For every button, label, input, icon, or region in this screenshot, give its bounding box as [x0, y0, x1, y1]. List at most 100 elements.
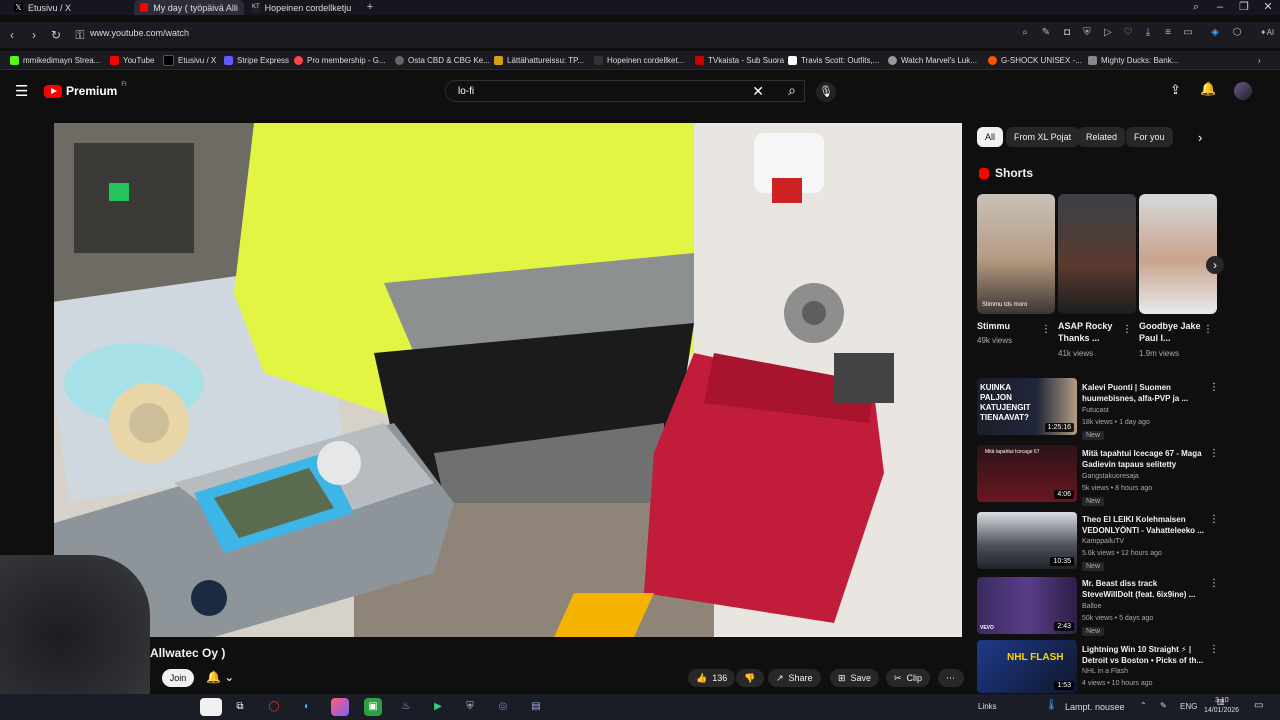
microphone-icon[interactable]: 🎙	[816, 82, 836, 102]
short-thumbnail[interactable]	[1139, 194, 1217, 314]
shorts-next-icon[interactable]: ›	[1206, 256, 1224, 274]
share-button[interactable]: ↗ Share	[768, 669, 821, 687]
download-icon[interactable]: ⤓	[1143, 28, 1153, 38]
maximize-icon[interactable]: ❐	[1234, 0, 1254, 15]
recommended-thumbnail[interactable]: KUINKA PALJON KATUJENGIT TIENAAVAT? 1:25…	[977, 378, 1077, 435]
browser-tab-etusivu[interactable]: 𝕏 Etusivu / X	[8, 0, 128, 15]
minimize-icon[interactable]: –	[1210, 0, 1230, 15]
browser-tab-kultakeskus[interactable]: KT Hopeinen cordellketju / 3...	[246, 0, 358, 15]
bookmark-item[interactable]: TVkaista - Sub Suora	[695, 54, 784, 66]
more-vertical-icon[interactable]: ⋮	[1209, 382, 1219, 393]
steam-icon[interactable]: ♨	[397, 698, 415, 716]
camera-icon[interactable]: ◘	[1062, 28, 1072, 38]
reload-icon[interactable]: ↻	[48, 26, 64, 44]
short-title[interactable]: ASAP Rocky Thanks ...	[1058, 320, 1124, 344]
bookmark-item[interactable]: Watch Marvel's Luk...	[888, 54, 977, 66]
more-vertical-icon[interactable]: ⋮	[1209, 514, 1219, 525]
bookmark-item[interactable]: Stripe Express	[224, 54, 289, 66]
avatar[interactable]	[1234, 82, 1252, 100]
bookmark-item[interactable]: YouTube	[110, 54, 154, 66]
edge-icon[interactable]: ◐	[298, 698, 316, 716]
short-title[interactable]: Stimmu	[977, 320, 1043, 332]
bookmark-item[interactable]: Etusivu / X	[163, 54, 216, 66]
search-taskbar-box[interactable]	[200, 698, 222, 716]
shield-icon[interactable]: ⛨	[461, 698, 479, 716]
subscribe-bell-icon[interactable]: 🔔 ⌄	[206, 670, 234, 684]
recommended-thumbnail[interactable]: 10:35	[977, 512, 1077, 569]
search-icon[interactable]: ⌕	[788, 82, 796, 99]
clock-time[interactable]: 3.10	[1215, 697, 1229, 704]
recommended-title[interactable]: Kalevi Puonti | Suomen huumebisnes, alfa…	[1082, 382, 1207, 404]
recommended-title[interactable]: Lightning Win 10 Straight ⚡ | Detroit vs…	[1082, 644, 1207, 666]
active-app-icon[interactable]: ▣	[364, 698, 382, 716]
weather-text[interactable]: Lampt. nousee	[1065, 702, 1125, 712]
cube-icon[interactable]: ⬡	[1232, 28, 1242, 38]
recommended-thumbnail[interactable]: Mitä tapahtui Icecage 67 4:06	[977, 445, 1077, 502]
menu-lines-icon[interactable]: ≡	[1163, 28, 1173, 38]
channel-name[interactable]: Balloe	[1082, 603, 1101, 610]
clip-button[interactable]: ✂ Clip	[886, 669, 931, 687]
save-button[interactable]: ⊞ Save	[830, 669, 880, 687]
more-vertical-icon[interactable]: ⋮	[1209, 448, 1219, 459]
close-window-icon[interactable]: ✕	[1258, 0, 1278, 15]
video-player[interactable]	[54, 123, 962, 637]
chip-from-xl-pojat[interactable]: From XL Pojat	[1006, 127, 1080, 147]
tray-chevron-icon[interactable]: ⌃	[1140, 701, 1147, 710]
chips-next-icon[interactable]: ›	[1198, 130, 1202, 145]
like-button[interactable]: 👍 136	[688, 669, 736, 687]
upload-icon[interactable]: ⇪	[1170, 82, 1181, 98]
links-label[interactable]: Links	[978, 702, 997, 711]
channel-name[interactable]: KamppailuTV	[1082, 538, 1124, 545]
extension-icon[interactable]: ◈	[1210, 28, 1220, 38]
task-view-icon[interactable]: ⧉	[231, 698, 249, 716]
channel-name[interactable]: Gangstakuoresaja	[1082, 473, 1139, 480]
bookmark-item[interactable]: Pro membership - G...	[294, 54, 386, 66]
recommended-thumbnail[interactable]: VEVO 2:43	[977, 577, 1077, 634]
back-icon[interactable]: ‹	[4, 26, 20, 44]
language-indicator[interactable]: ENG	[1180, 702, 1197, 711]
short-thumbnail[interactable]: Stimmu tds moro	[977, 194, 1055, 314]
zoom-icon[interactable]: ⌕	[1020, 28, 1030, 38]
bookmark-item[interactable]: Osta CBD & CBG Ke...	[395, 54, 490, 66]
shield-icon[interactable]: ⛨	[1082, 28, 1092, 38]
notification-icon[interactable]: ▭	[1254, 700, 1263, 711]
more-vertical-icon[interactable]: ⋮	[1209, 578, 1219, 589]
heart-icon[interactable]: ♡	[1123, 28, 1133, 38]
chip-related[interactable]: Related	[1078, 127, 1126, 147]
bookmark-item[interactable]: Lättähattureissu: TP...	[494, 54, 584, 66]
chip-for-you[interactable]: For you	[1126, 127, 1173, 147]
more-vertical-icon[interactable]: ⋮	[1122, 324, 1132, 335]
tab-search-icon[interactable]: ⌕	[1186, 0, 1206, 15]
clock-date[interactable]: 14/01/2026	[1204, 707, 1239, 714]
recommended-title[interactable]: Mr. Beast diss track SteveWillDoIt (feat…	[1082, 578, 1207, 600]
youtube-premium-logo[interactable]: Premium FI	[44, 82, 127, 98]
url-field[interactable]: www.youtube.com/watch	[90, 28, 189, 38]
more-vertical-icon[interactable]: ⋮	[1041, 324, 1051, 335]
recommended-thumbnail[interactable]: NHL FLASH 1:53	[977, 640, 1077, 693]
new-tab-plus-icon[interactable]: +	[360, 0, 380, 15]
channel-name[interactable]: NHL in a Flash	[1082, 668, 1128, 675]
bookmarks-overflow-icon[interactable]: ›	[1258, 54, 1261, 66]
ai-icon[interactable]: ✦AI	[1256, 28, 1278, 38]
notepad-icon[interactable]: ▤	[527, 698, 545, 716]
recommended-title[interactable]: Mitä tapahtui Icecage 67 - Maga Gadievin…	[1082, 448, 1207, 470]
more-vertical-icon[interactable]: ⋮	[1209, 644, 1219, 655]
pen-icon[interactable]: ✎	[1160, 701, 1167, 710]
clear-search-icon[interactable]: ✕	[752, 83, 764, 100]
search-input[interactable]	[456, 85, 740, 98]
bookmark-item[interactable]: Travis Scott: Outfits,...	[788, 54, 879, 66]
opera-icon[interactable]: ◯	[265, 698, 283, 716]
short-thumbnail[interactable]	[1058, 194, 1136, 314]
send-icon[interactable]: ▷	[1103, 28, 1113, 38]
notifications-bell-icon[interactable]: 🔔	[1200, 81, 1216, 97]
hamburger-menu-icon[interactable]: ☰	[15, 82, 28, 100]
browser-tab-youtube[interactable]: My day ( työpäivä Alli...	[134, 0, 244, 15]
more-actions-button[interactable]: ⋯	[938, 669, 964, 687]
play-store-icon[interactable]: ▶	[429, 698, 447, 716]
bookmark-item[interactable]: G-SHOCK UNISEX -...	[988, 54, 1082, 66]
channel-name[interactable]: Futucast	[1082, 407, 1109, 414]
wallet-icon[interactable]: ▭	[1183, 28, 1193, 38]
app-icon[interactable]	[331, 698, 349, 716]
more-vertical-icon[interactable]: ⋮	[1203, 324, 1213, 335]
chip-all[interactable]: All	[977, 127, 1004, 147]
